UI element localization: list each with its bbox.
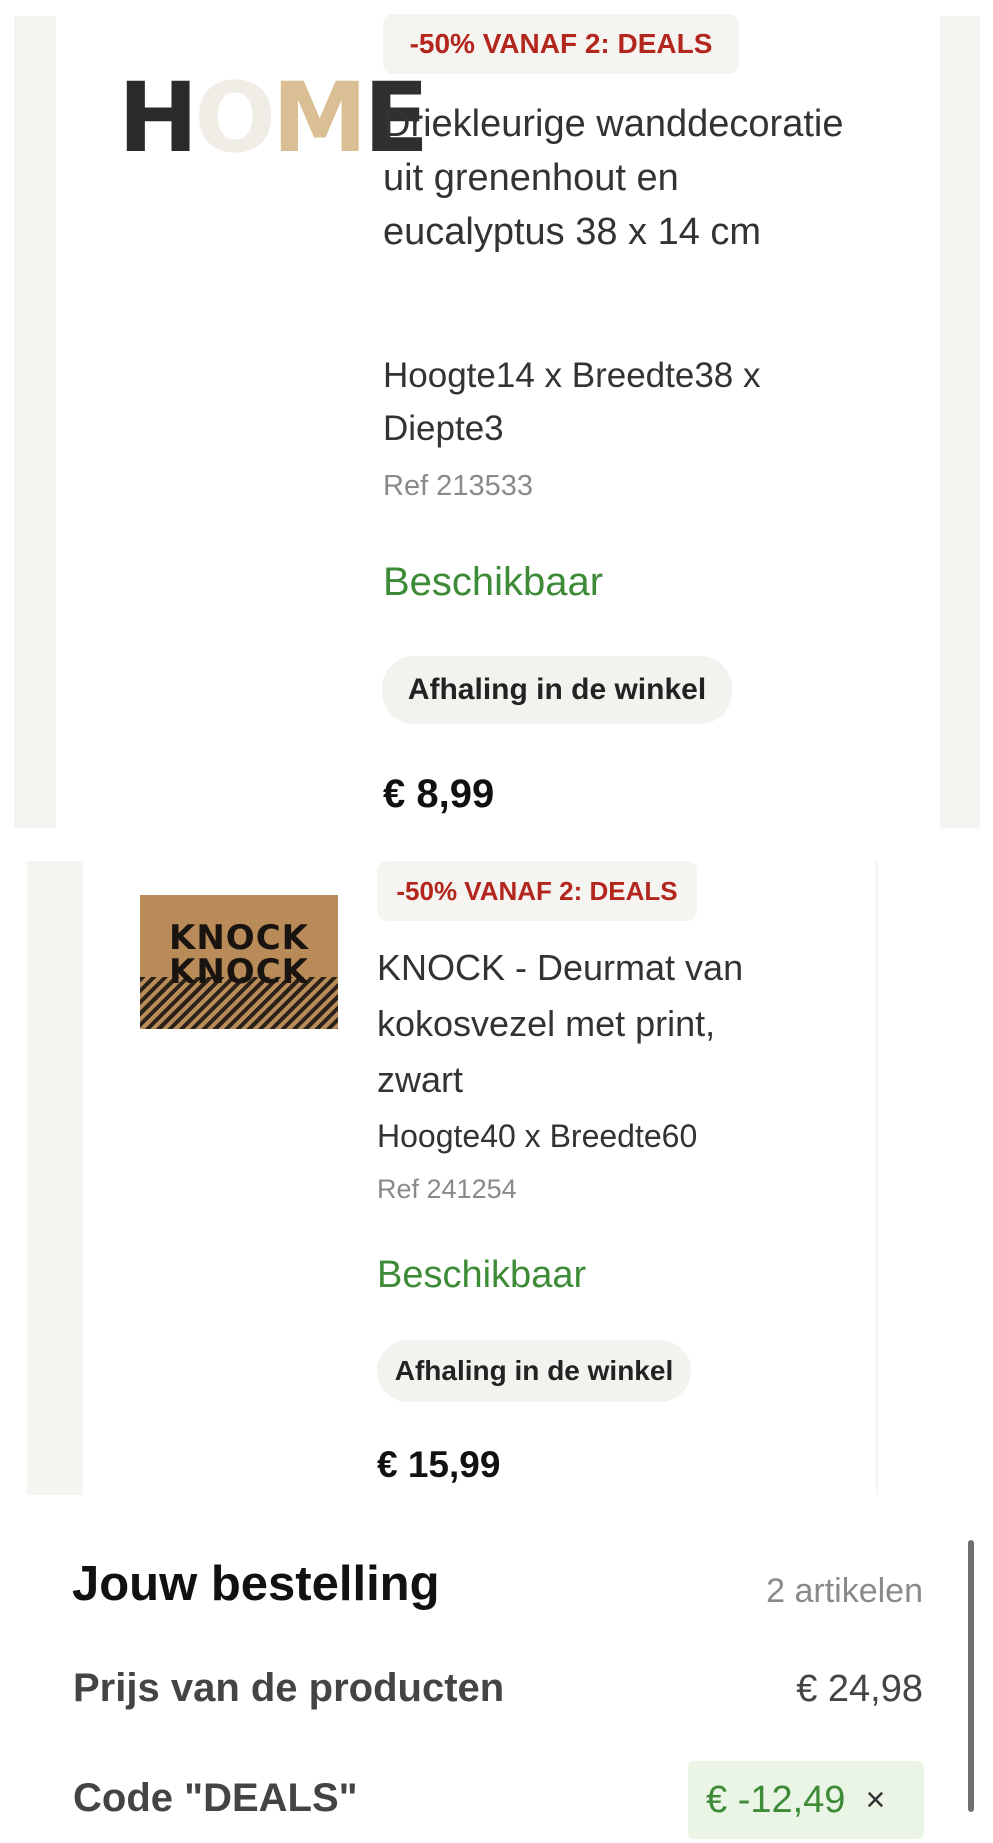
item-count: 2 artikelen bbox=[766, 1572, 923, 1610]
product-ref: Ref 241254 bbox=[377, 1174, 517, 1204]
product-title[interactable]: Driekleurige wanddecoratie uit grenenhou… bbox=[383, 98, 853, 260]
product-ref: Ref 213533 bbox=[383, 470, 533, 502]
card-divider bbox=[876, 861, 878, 1495]
discount-amount: € -12,49 × bbox=[688, 1761, 924, 1839]
discount-value: € -12,49 bbox=[706, 1778, 846, 1821]
home-letter: H bbox=[118, 62, 198, 174]
product-price: € 8,99 bbox=[383, 772, 495, 816]
product-price: € 15,99 bbox=[377, 1444, 501, 1485]
products-price-value: € 24,98 bbox=[796, 1668, 923, 1710]
scrollbar[interactable] bbox=[968, 1540, 974, 1812]
card-right-rail bbox=[940, 16, 980, 828]
availability-status: Beschikbaar bbox=[383, 560, 604, 604]
product-image-home[interactable]: H O M E bbox=[118, 62, 429, 174]
deal-badge: -50% VANAF 2: DEALS bbox=[377, 861, 697, 921]
product-title[interactable]: KNOCK - Deurmat van kokosvezel met print… bbox=[377, 940, 797, 1107]
pickup-option-button[interactable]: Afhaling in de winkel bbox=[377, 1340, 691, 1402]
mat-text-line: KNOCK bbox=[168, 952, 309, 992]
home-letter: M bbox=[271, 62, 368, 174]
product-dimensions: Hoogte40 x Breedte60 bbox=[377, 1118, 698, 1154]
availability-status: Beschikbaar bbox=[377, 1254, 587, 1296]
deal-badge: -50% VANAF 2: DEALS bbox=[383, 14, 739, 74]
card-left-rail bbox=[27, 861, 83, 1495]
product-image-doormat[interactable]: KNOCK KNOCK bbox=[140, 895, 338, 1029]
summary-title: Jouw bestelling bbox=[72, 1557, 440, 1611]
card-left-rail bbox=[14, 16, 56, 828]
product-dimensions: Hoogte14 x Breedte38 x Diepte3 bbox=[383, 356, 761, 448]
products-price-label: Prijs van de producten bbox=[73, 1666, 505, 1710]
mat-print: KNOCK KNOCK bbox=[140, 921, 338, 989]
remove-code-icon[interactable]: × bbox=[865, 1781, 885, 1820]
discount-code-label: Code "DEALS" bbox=[73, 1776, 358, 1820]
pickup-option-button[interactable]: Afhaling in de winkel bbox=[382, 656, 732, 724]
mat-text-line: KNOCK bbox=[168, 918, 309, 958]
home-letter: O bbox=[194, 62, 276, 174]
